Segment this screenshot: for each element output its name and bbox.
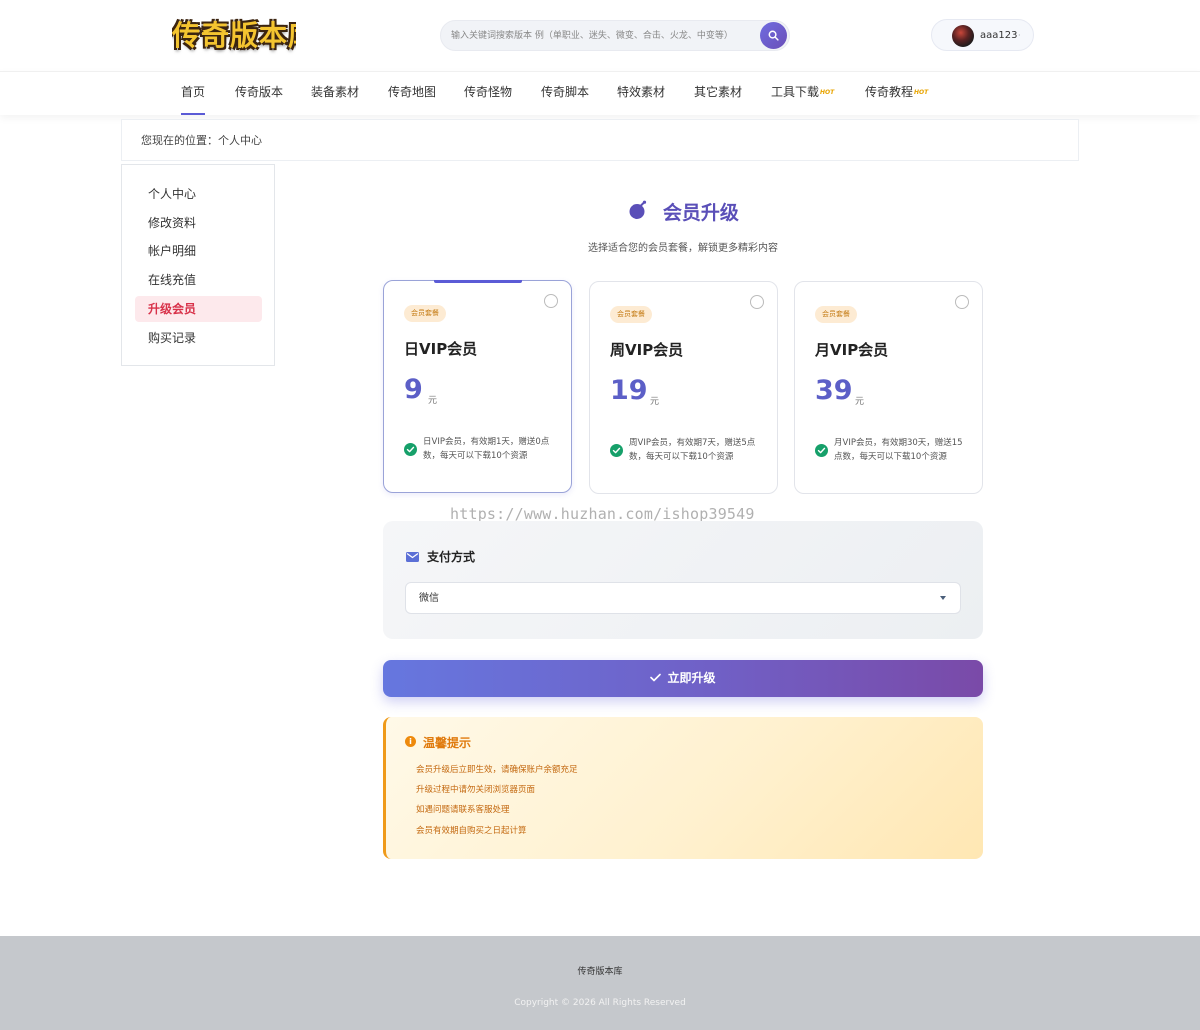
- plan-card-monthly[interactable]: 会员套餐 月VIP会员 39 元 月VIP会员，有效期30天，赠送15点数，每天…: [794, 281, 983, 494]
- nav-label: 传奇版本: [235, 85, 284, 99]
- page-title: 会员升级: [662, 202, 739, 224]
- nav-item-versions[interactable]: 传奇版本: [235, 72, 283, 115]
- tip-item: 会员有效期自购买之日起计算: [416, 826, 527, 836]
- plan-badge: 会员套餐: [815, 306, 857, 323]
- footer-site-name[interactable]: 传奇版本库: [0, 964, 1200, 977]
- nav-item-equipment[interactable]: 装备素材: [311, 72, 359, 115]
- user-sidebar: 个人中心 修改资料 帐户明细 在线充值 升级会员 购买记录: [121, 164, 275, 366]
- plan-price: 39: [815, 375, 853, 406]
- plan-description: 日VIP会员，有效期1天，赠送0点数，每天可以下载10个资源: [423, 437, 550, 461]
- chevron-down-icon: ·: [1018, 31, 1021, 40]
- plan-price: 9: [404, 374, 423, 405]
- footer-copyright: Copyright © 2026 All Rights Reserved: [514, 998, 686, 1008]
- main-nav: 首页 传奇版本 装备素材 传奇地图 传奇怪物 传奇脚本 特效素材 其它素材 工具…: [0, 71, 1200, 115]
- logo-text: 传奇版本库: [172, 19, 296, 52]
- hot-badge: HOT: [820, 88, 835, 96]
- nav-item-effects[interactable]: 特效素材: [617, 72, 665, 115]
- plan-unit: 元: [650, 397, 660, 407]
- plan-card-weekly[interactable]: 会员套餐 周VIP会员 19 元 周VIP会员，有效期7天，赠送5点数，每天可以…: [589, 281, 778, 494]
- hot-badge: HOT: [914, 88, 929, 96]
- upgrade-button-label: 立即升级: [667, 671, 716, 685]
- sidebar-item-profile[interactable]: 个人中心: [135, 181, 262, 207]
- bomb-icon: [627, 199, 649, 224]
- selected-indicator: [434, 280, 522, 283]
- nav-label: 传奇怪物: [464, 85, 513, 99]
- plan-unit: 元: [428, 396, 438, 406]
- site-footer: 传奇版本库 Copyright © 2026 All Rights Reserv…: [0, 936, 1200, 1030]
- plan-name: 月VIP会员: [815, 341, 889, 359]
- sidebar-item-recharge[interactable]: 在线充值: [135, 267, 262, 293]
- search-icon: [768, 30, 779, 41]
- page-header: 会员升级: [383, 198, 983, 230]
- site-logo[interactable]: 传奇版本库: [172, 14, 296, 58]
- search-button[interactable]: [760, 22, 787, 49]
- plan-badge: 会员套餐: [610, 306, 652, 323]
- payment-panel: 支付方式 微信: [383, 521, 983, 639]
- breadcrumb-text: 您现在的位置：个人中心: [141, 134, 262, 147]
- sidebar-item-account-details[interactable]: 帐户明细: [135, 238, 262, 264]
- user-menu[interactable]: aaa123 ·: [931, 19, 1034, 51]
- tip-item: 升级过程中请勿关闭浏览器页面: [416, 785, 536, 795]
- plan-radio[interactable]: [955, 295, 969, 309]
- nav-label: 传奇脚本: [541, 85, 590, 99]
- check-circle-icon: [815, 444, 828, 457]
- tips-title: 温馨提示: [423, 736, 472, 750]
- check-icon: [650, 660, 662, 697]
- check-circle-icon: [610, 444, 623, 457]
- nav-item-maps[interactable]: 传奇地图: [388, 72, 436, 115]
- nav-item-tutorials[interactable]: 传奇教程HOT: [865, 72, 928, 115]
- check-circle-icon: [404, 443, 417, 456]
- plan-radio[interactable]: [750, 295, 764, 309]
- avatar: [952, 25, 974, 47]
- nav-label: 传奇教程: [865, 85, 914, 99]
- payment-title: 支付方式: [427, 550, 476, 564]
- nav-label: 特效素材: [617, 85, 666, 99]
- tip-item: 如遇问题请联系客服处理: [416, 805, 510, 815]
- plan-price: 19: [610, 375, 648, 406]
- plan-name: 周VIP会员: [610, 341, 684, 359]
- info-icon: i: [405, 736, 416, 747]
- site-header: 传奇版本库 aaa123 ·: [0, 0, 1200, 71]
- sidebar-item-upgrade-vip[interactable]: 升级会员: [135, 296, 262, 322]
- tips-panel: i 温馨提示 会员升级后立即生效，请确保账户余额充足 升级过程中请勿关闭浏览器页…: [383, 717, 983, 859]
- sidebar-item-purchase-history[interactable]: 购买记录: [135, 325, 262, 351]
- plan-badge: 会员套餐: [404, 305, 446, 322]
- username: aaa123: [980, 30, 1018, 41]
- tip-item: 会员升级后立即生效，请确保账户余额充足: [416, 765, 578, 775]
- plan-description: 周VIP会员，有效期7天，赠送5点数，每天可以下载10个资源: [629, 438, 756, 462]
- plan-unit: 元: [855, 397, 865, 407]
- payment-selected-value: 微信: [419, 593, 439, 604]
- nav-item-scripts[interactable]: 传奇脚本: [541, 72, 589, 115]
- plan-radio[interactable]: [544, 294, 558, 308]
- search-bar: [440, 20, 790, 51]
- sidebar-item-edit-info[interactable]: 修改资料: [135, 210, 262, 236]
- nav-label: 其它素材: [694, 85, 743, 99]
- chevron-down-icon: [940, 596, 946, 600]
- nav-item-monsters[interactable]: 传奇怪物: [464, 72, 512, 115]
- upgrade-now-button[interactable]: 立即升级: [383, 660, 983, 697]
- nav-item-tools[interactable]: 工具下载HOT: [771, 72, 834, 115]
- nav-label: 工具下载: [771, 85, 820, 99]
- plan-description: 月VIP会员，有效期30天，赠送15点数，每天可以下载10个资源: [834, 438, 963, 462]
- nav-item-home[interactable]: 首页: [181, 72, 206, 115]
- plan-name: 日VIP会员: [404, 340, 478, 358]
- nav-label: 传奇地图: [388, 85, 437, 99]
- nav-label: 装备素材: [311, 85, 360, 99]
- search-input[interactable]: [451, 21, 756, 50]
- plan-card-daily[interactable]: 会员套餐 日VIP会员 9 元 日VIP会员，有效期1天，赠送0点数，每天可以下…: [383, 280, 572, 493]
- envelope-icon: [406, 551, 419, 565]
- nav-label: 首页: [181, 85, 206, 99]
- page-subtitle: 选择适合您的会员套餐，解锁更多精彩内容: [588, 243, 778, 254]
- breadcrumb: 您现在的位置：个人中心: [121, 119, 1079, 161]
- payment-method-select[interactable]: 微信: [405, 582, 961, 614]
- nav-item-other[interactable]: 其它素材: [694, 72, 742, 115]
